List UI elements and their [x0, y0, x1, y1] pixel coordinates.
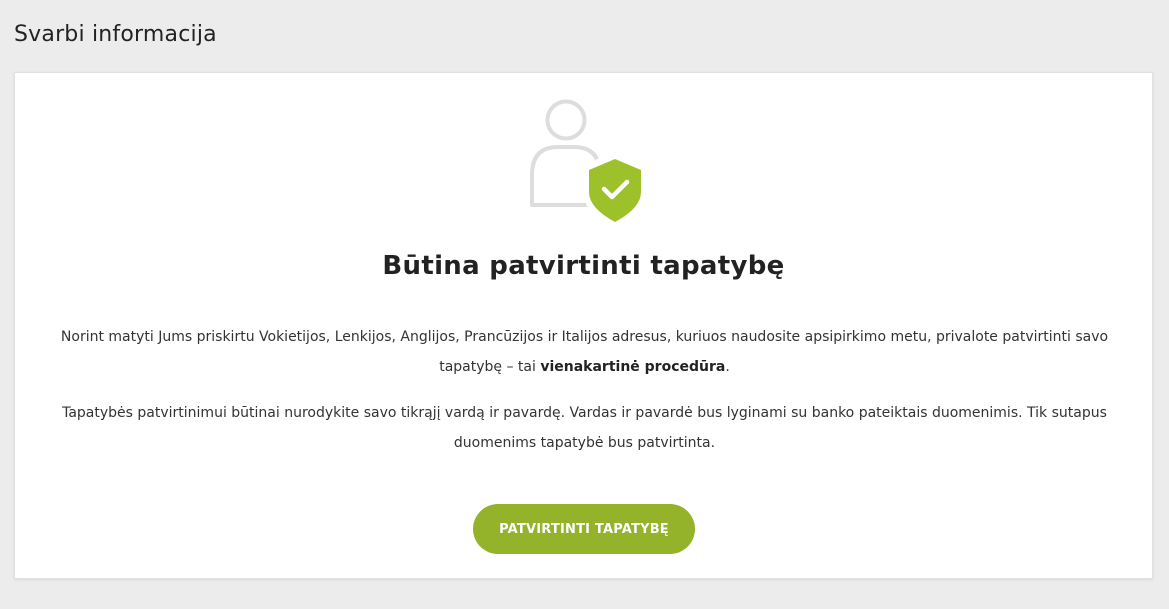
one-time-procedure-emphasis: vienakartinė procedūra: [540, 359, 726, 375]
card-heading: Būtina patvirtinti tapatybę: [382, 251, 785, 281]
user-shield-check-icon: [530, 99, 644, 227]
verify-identity-button[interactable]: PATVIRTINTI TAPATYBĘ: [473, 504, 695, 554]
info-paragraph-addresses-end: .: [725, 359, 730, 375]
info-paragraph-addresses: Norint matyti Jums priskirtu Vokietijos,…: [55, 322, 1114, 382]
page-title: Svarbi informacija: [14, 22, 217, 47]
info-paragraph-name-matching: Tapatybės patvirtinimui būtinai nurodyki…: [62, 405, 1107, 451]
identity-verification-card: Būtina patvirtinti tapatybę Norint matyt…: [14, 72, 1153, 579]
